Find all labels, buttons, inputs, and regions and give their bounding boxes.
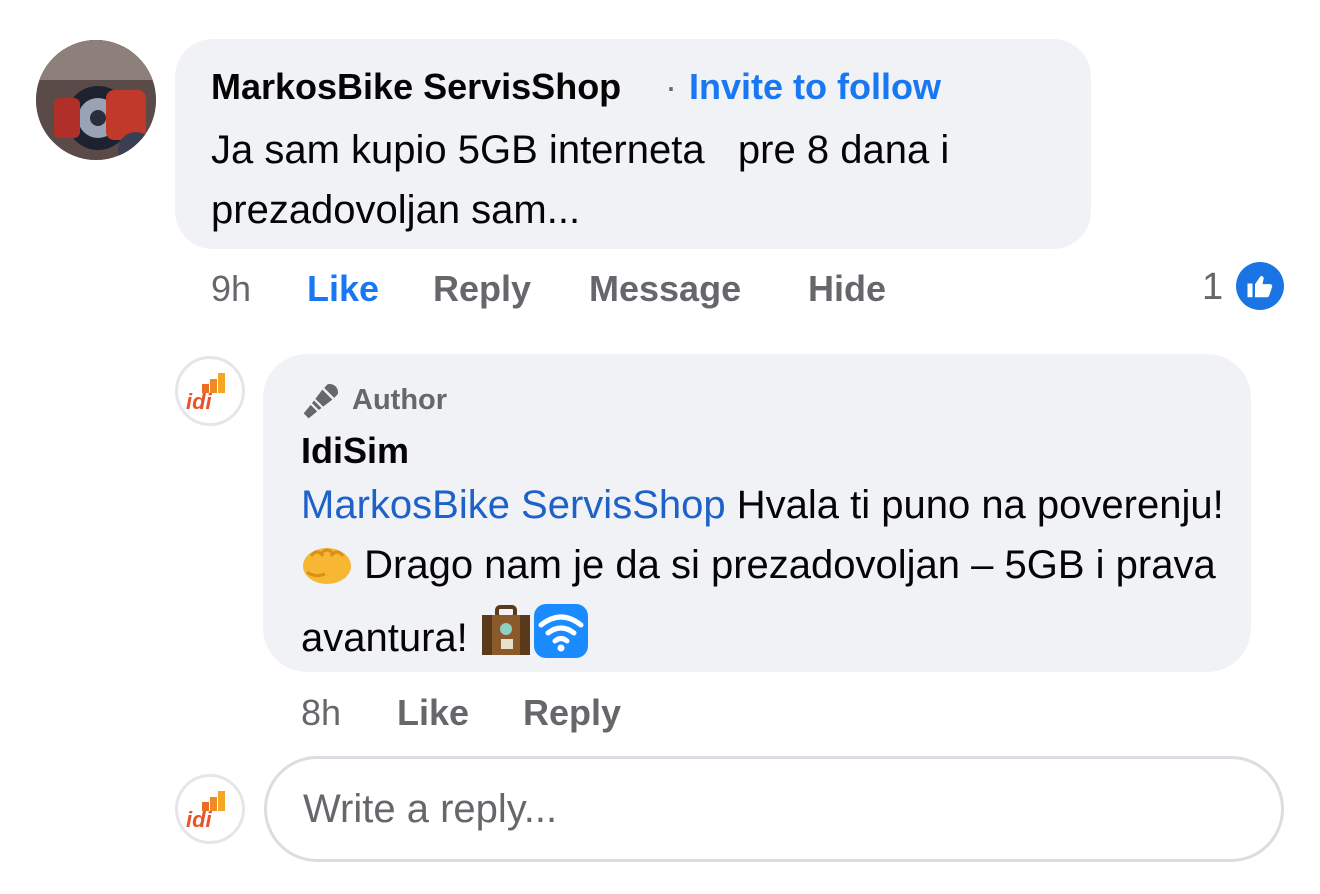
comment-timestamp[interactable]: 9h xyxy=(211,268,251,310)
fist-emoji xyxy=(301,542,353,603)
mention-link[interactable]: MarkosBike ServisShop xyxy=(301,483,726,527)
user-avatar[interactable] xyxy=(36,40,156,160)
separator-dot: · xyxy=(665,66,677,107)
reply-reply-button[interactable]: Reply xyxy=(523,692,621,734)
reply-text: MarkosBike ServisShop Hvala ti puno na p… xyxy=(301,475,1241,676)
reaction-count[interactable]: 1 xyxy=(1202,266,1223,309)
composer-avatar: idi xyxy=(175,774,245,844)
author-badge: Author xyxy=(352,384,448,416)
avatar-photo xyxy=(36,40,156,160)
thumbs-up-glyph xyxy=(1247,276,1273,298)
reply-text-part2: Drago nam je da si prezadovoljan – 5GB i… xyxy=(301,543,1216,660)
wifi-emoji xyxy=(533,603,589,676)
comment-text: Ja sam kupio 5GB interneta pre 8 dana i … xyxy=(211,128,961,232)
reply-button[interactable]: Reply xyxy=(433,268,531,310)
invite-to-follow-link[interactable]: Invite to follow xyxy=(689,66,941,108)
reply-timestamp[interactable]: 8h xyxy=(301,692,341,734)
idi-logo: idi xyxy=(186,791,225,831)
reply-input[interactable] xyxy=(264,756,1284,862)
idi-logo: idi xyxy=(186,373,225,413)
hide-button[interactable]: Hide xyxy=(808,268,886,310)
page-avatar[interactable]: idi xyxy=(175,356,245,426)
svg-text:idi: idi xyxy=(186,807,213,831)
svg-text:idi: idi xyxy=(186,389,213,413)
message-button[interactable]: Message xyxy=(589,268,741,310)
reply-text-part1: Hvala ti puno na poverenju! xyxy=(725,483,1224,527)
microphone-icon xyxy=(303,383,339,419)
thumbs-up-icon[interactable] xyxy=(1236,262,1284,310)
reply-author[interactable]: IdiSim xyxy=(301,430,409,472)
comment-author[interactable]: MarkosBike ServisShop xyxy=(211,66,621,108)
suitcase-emoji xyxy=(479,605,533,676)
like-button[interactable]: Like xyxy=(307,268,379,310)
reply-like-button[interactable]: Like xyxy=(397,692,469,734)
